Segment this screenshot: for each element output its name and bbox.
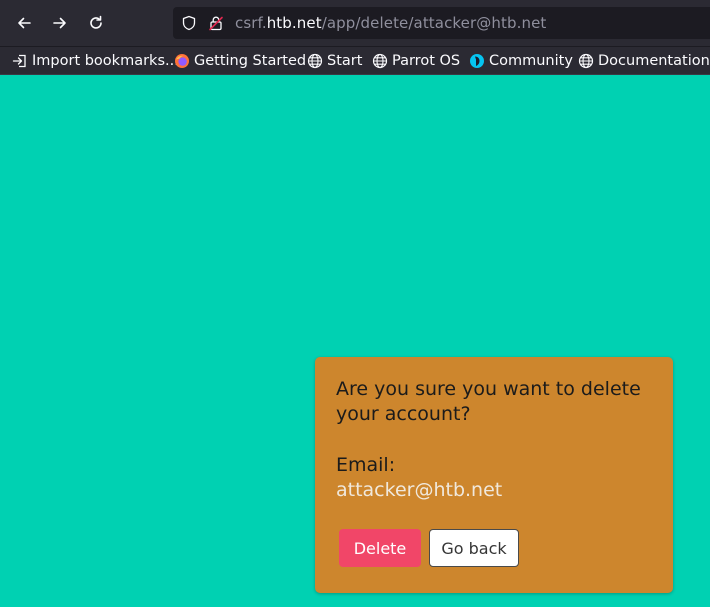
address-bar[interactable]: csrf.htb.net/app/delete/attacker@htb.net (173, 7, 710, 39)
bookmark-community[interactable]: Community (469, 50, 573, 72)
confirmation-question: Are you sure you want to delete your acc… (336, 378, 641, 425)
page-content: Are you sure you want to delete your acc… (0, 75, 710, 607)
delete-button[interactable]: Delete (339, 529, 421, 567)
url-path: /app/delete/attacker@htb.net (321, 14, 547, 32)
reload-icon (90, 15, 102, 29)
globe-icon (307, 53, 323, 69)
go-back-button[interactable]: Go back (429, 529, 519, 567)
bookmark-label: Community (489, 53, 573, 69)
bookmark-getting-started[interactable]: Getting Started (174, 50, 306, 72)
bookmark-start[interactable]: Start (307, 50, 362, 72)
bookmark-documentation[interactable]: Documentation (578, 50, 710, 72)
insecure-lock-icon[interactable] (208, 15, 224, 31)
bookmark-label: Import bookmarks... (32, 53, 179, 69)
bookmark-label: Start (327, 53, 363, 69)
arrow-left-icon (18, 17, 31, 29)
back-button[interactable] (10, 9, 38, 37)
bookmark-label: Getting Started (194, 53, 307, 69)
reload-button[interactable] (82, 9, 110, 37)
import-icon (12, 53, 28, 69)
tracking-protection-icon[interactable] (181, 15, 197, 31)
bookmarks-toolbar: Import bookmarks... Getting Started Star… (0, 47, 710, 75)
url-host: htb.net (266, 14, 322, 32)
parrot-icon (469, 53, 485, 69)
browser-toolbar: csrf.htb.net/app/delete/attacker@htb.net (0, 0, 710, 47)
bookmark-label: Documentation (598, 53, 710, 69)
url-subdomain: csrf. (235, 14, 267, 32)
globe-icon (578, 53, 594, 69)
globe-icon (372, 53, 388, 69)
email-label: Email: (336, 454, 396, 476)
bookmark-import[interactable]: Import bookmarks... (12, 50, 179, 72)
bookmark-parrot-os[interactable]: Parrot OS (372, 50, 460, 72)
email-value: attacker@htb.net (336, 479, 503, 501)
url-text[interactable]: csrf.htb.net/app/delete/attacker@htb.net (235, 14, 546, 32)
delete-account-dialog: Are you sure you want to delete your acc… (315, 357, 673, 593)
arrow-right-icon (53, 17, 66, 29)
forward-button[interactable] (46, 9, 74, 37)
bookmark-label: Parrot OS (392, 53, 461, 69)
firefox-icon (174, 53, 190, 69)
